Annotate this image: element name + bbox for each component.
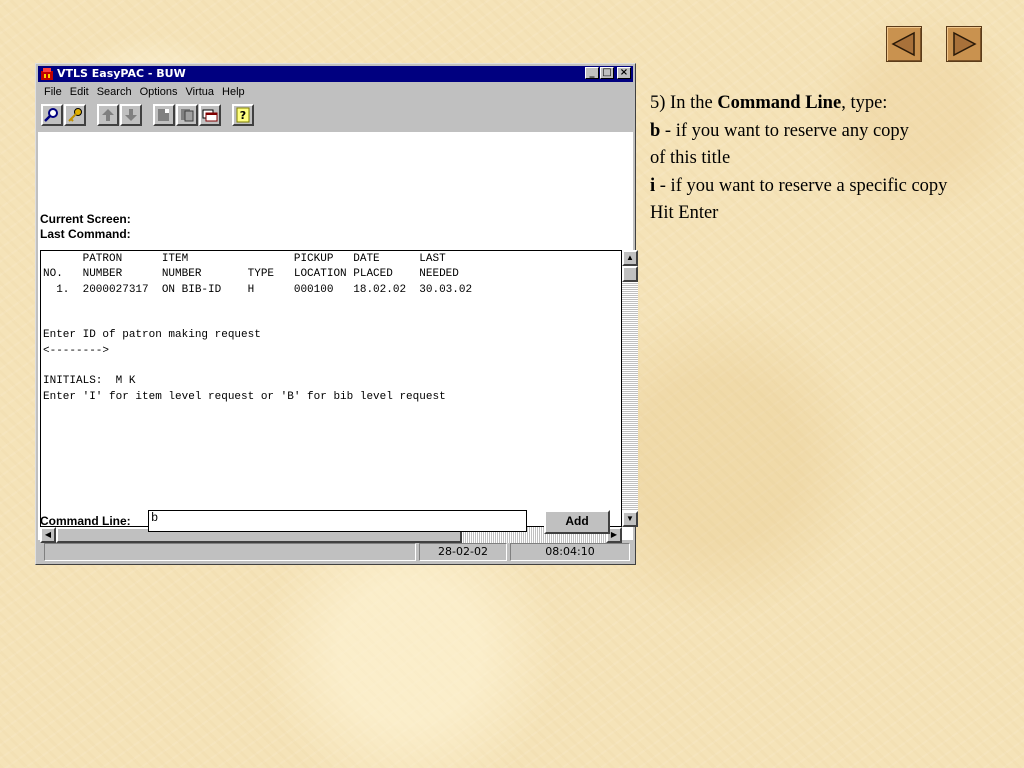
- svg-text:?: ?: [240, 109, 246, 122]
- easypac-window: VTLS EasyPAC - BUW _ □ × File Edit Searc…: [35, 63, 638, 565]
- key-button[interactable]: [64, 104, 86, 126]
- step-bold: Command Line: [717, 93, 842, 113]
- console-line: <-------->: [43, 344, 110, 357]
- instruction-step: 5) In the Command Line, type:: [650, 90, 947, 118]
- search-button[interactable]: [41, 104, 63, 126]
- step-suffix: , type:: [841, 93, 888, 113]
- window-icon: [202, 109, 218, 122]
- console-line: INITIALS: M K: [43, 375, 136, 388]
- window-button[interactable]: [199, 104, 221, 126]
- menu-help[interactable]: Help: [218, 84, 249, 100]
- copy-icon: [181, 109, 194, 122]
- key-icon: [68, 108, 82, 122]
- add-button[interactable]: Add: [544, 510, 610, 534]
- current-screen-label: Current Screen:: [40, 212, 131, 226]
- console-text: PATRON ITEM PICKUP DATE LAST NO. NUMBER N…: [41, 251, 621, 405]
- step-prefix: 5) In the: [650, 93, 718, 113]
- scroll-up-button[interactable]: [97, 104, 119, 126]
- scroll-left-arrow[interactable]: ◀: [40, 527, 56, 543]
- i-text: - if you want to reserve a specific copy: [655, 175, 948, 196]
- up-arrow-icon: [102, 109, 114, 121]
- help-button[interactable]: ?: [232, 104, 254, 126]
- menu-file[interactable]: File: [40, 84, 66, 100]
- b-key: b: [650, 120, 661, 141]
- b-text: - if you want to reserve any copy: [660, 120, 909, 141]
- instruction-enter: Hit Enter: [650, 203, 719, 223]
- menu-virtua[interactable]: Virtua: [181, 84, 218, 100]
- help-icon: ?: [236, 107, 250, 123]
- command-line-label: Command Line:: [40, 514, 131, 528]
- console-line: PATRON ITEM PICKUP DATE LAST: [43, 253, 446, 265]
- window-title: VTLS EasyPAC - BUW: [57, 67, 186, 80]
- console-output[interactable]: PATRON ITEM PICKUP DATE LAST NO. NUMBER N…: [40, 250, 622, 527]
- document-button[interactable]: [153, 104, 175, 126]
- console-line: Enter 'I' for item level request or 'B' …: [43, 390, 446, 403]
- scroll-up-arrow[interactable]: ▲: [622, 250, 638, 266]
- next-slide-button[interactable]: [946, 26, 982, 62]
- console-line: 1. 2000027317 ON BIB-ID H 000100 18.02.0…: [43, 283, 473, 296]
- instruction-b: b - if you want to reserve any copy: [650, 118, 947, 146]
- main-pane: Current Screen: Last Command: PATRON ITE…: [38, 132, 638, 543]
- scroll-down-button[interactable]: [120, 104, 142, 126]
- status-date: 28-02-02: [419, 543, 507, 561]
- document-icon: [158, 109, 169, 121]
- title-bar: VTLS EasyPAC - BUW _ □ ×: [38, 66, 633, 82]
- instruction-i: i - if you want to reserve a specific co…: [650, 173, 947, 201]
- last-command-label: Last Command:: [40, 227, 131, 241]
- previous-icon: [891, 31, 915, 57]
- screen-info: Current Screen: Last Command:: [40, 212, 131, 242]
- maximize-button[interactable]: □: [600, 67, 614, 79]
- copy-button[interactable]: [176, 104, 198, 126]
- scroll-down-arrow[interactable]: ▼: [622, 511, 638, 527]
- previous-slide-button[interactable]: [886, 26, 922, 62]
- app-icon: [41, 68, 53, 80]
- vertical-scroll-thumb[interactable]: [622, 266, 638, 282]
- command-line-input[interactable]: b: [148, 510, 527, 532]
- search-icon: [44, 108, 58, 122]
- down-arrow-icon: [125, 109, 137, 121]
- instruction-b-cont: of this title: [650, 148, 731, 168]
- status-bar: 28-02-02 08:04:10: [38, 542, 633, 562]
- vertical-scrollbar[interactable]: ▲ ▼: [622, 250, 638, 527]
- minimize-button[interactable]: _: [585, 67, 599, 79]
- instructions: 5) In the Command Line, type: b - if you…: [650, 90, 947, 228]
- next-icon: [953, 31, 977, 57]
- status-time: 08:04:10: [510, 543, 630, 561]
- menu-edit[interactable]: Edit: [66, 84, 93, 100]
- menu-search[interactable]: Search: [93, 84, 136, 100]
- status-message: [44, 543, 416, 561]
- console-line: Enter ID of patron making request: [43, 329, 261, 342]
- console-line: NO. NUMBER NUMBER TYPE LOCATION PLACED N…: [43, 268, 459, 281]
- close-button[interactable]: ×: [617, 67, 631, 79]
- menu-bar: File Edit Search Options Virtua Help: [40, 84, 249, 100]
- menu-options[interactable]: Options: [136, 84, 182, 100]
